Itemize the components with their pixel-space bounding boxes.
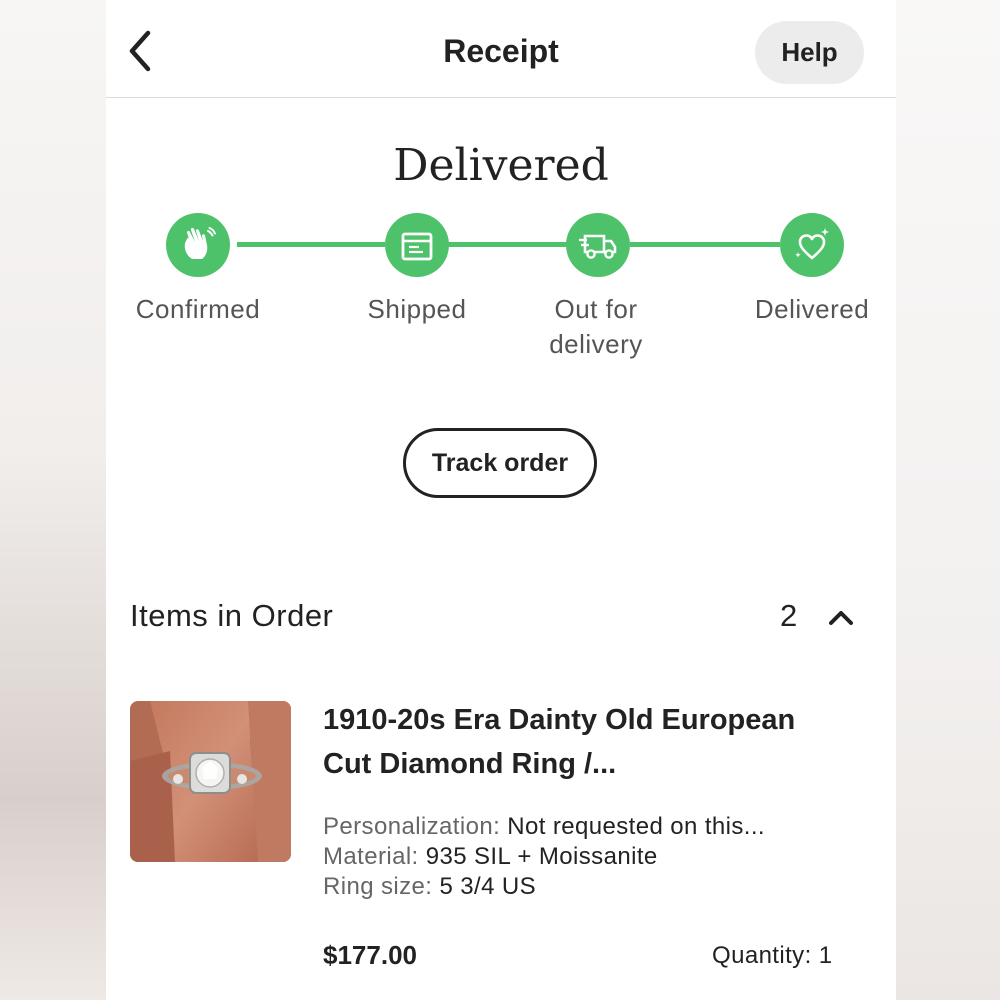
help-button[interactable]: Help [755,21,864,84]
item-title-link[interactable]: 1910-20s Era Dainty Old European Cut Dia… [323,698,843,786]
step-label-shipped: Shipped [367,294,467,324]
progress-line-1 [237,242,385,247]
item-attributes: Personalization: Not requested on this..… [323,812,863,902]
items-section-title: Items in Order [130,598,334,633]
receipt-screen: Receipt Help Delivered Confirmed Shipped [106,0,896,1000]
chevron-up-icon[interactable] [826,605,856,629]
step-out-for-delivery-icon-badge [566,213,630,277]
step-confirmed-icon-badge [166,213,230,277]
delivery-truck-icon [579,234,617,259]
step-label-out-for-delivery: Out for delivery [549,294,643,359]
items-in-order-header[interactable]: Items in Order 2 [130,598,870,638]
sparkle-heart-icon [795,228,829,260]
progress-line-3 [630,242,780,247]
item-price: $177.00 [323,940,417,970]
item-quantity: Quantity: 1 [712,942,833,969]
order-status-title: Delivered [393,140,609,191]
background-right [896,0,1000,1000]
attribute-value: 5 3/4 US [439,873,537,900]
attribute-key: Ring size: [323,873,433,900]
attribute-key: Personalization: [323,813,501,840]
progress-line-2 [448,242,567,247]
step-shipped-icon-badge [385,213,449,277]
ring-on-finger-image [130,701,291,862]
attribute-value: Not requested on this... [507,813,765,840]
attribute-ring-size: Ring size: 5 3/4 US [323,872,863,902]
background-left [0,0,106,1000]
step-label-delivered: Delivered [754,294,870,324]
attribute-personalization: Personalization: Not requested on this..… [323,812,863,842]
item-thumbnail[interactable] [130,701,291,862]
waving-hand-icon [184,227,216,259]
attribute-material: Material: 935 SIL + Moissanite [323,842,863,872]
attribute-key: Material: [323,843,419,870]
top-bar: Receipt Help [106,0,896,98]
items-count: 2 [780,598,798,633]
step-delivered-icon-badge [780,213,844,277]
step-label-confirmed: Confirmed [135,294,261,324]
package-icon [401,232,433,261]
track-order-button[interactable]: Track order [403,428,597,498]
attribute-value: 935 SIL + Moissanite [425,843,658,870]
